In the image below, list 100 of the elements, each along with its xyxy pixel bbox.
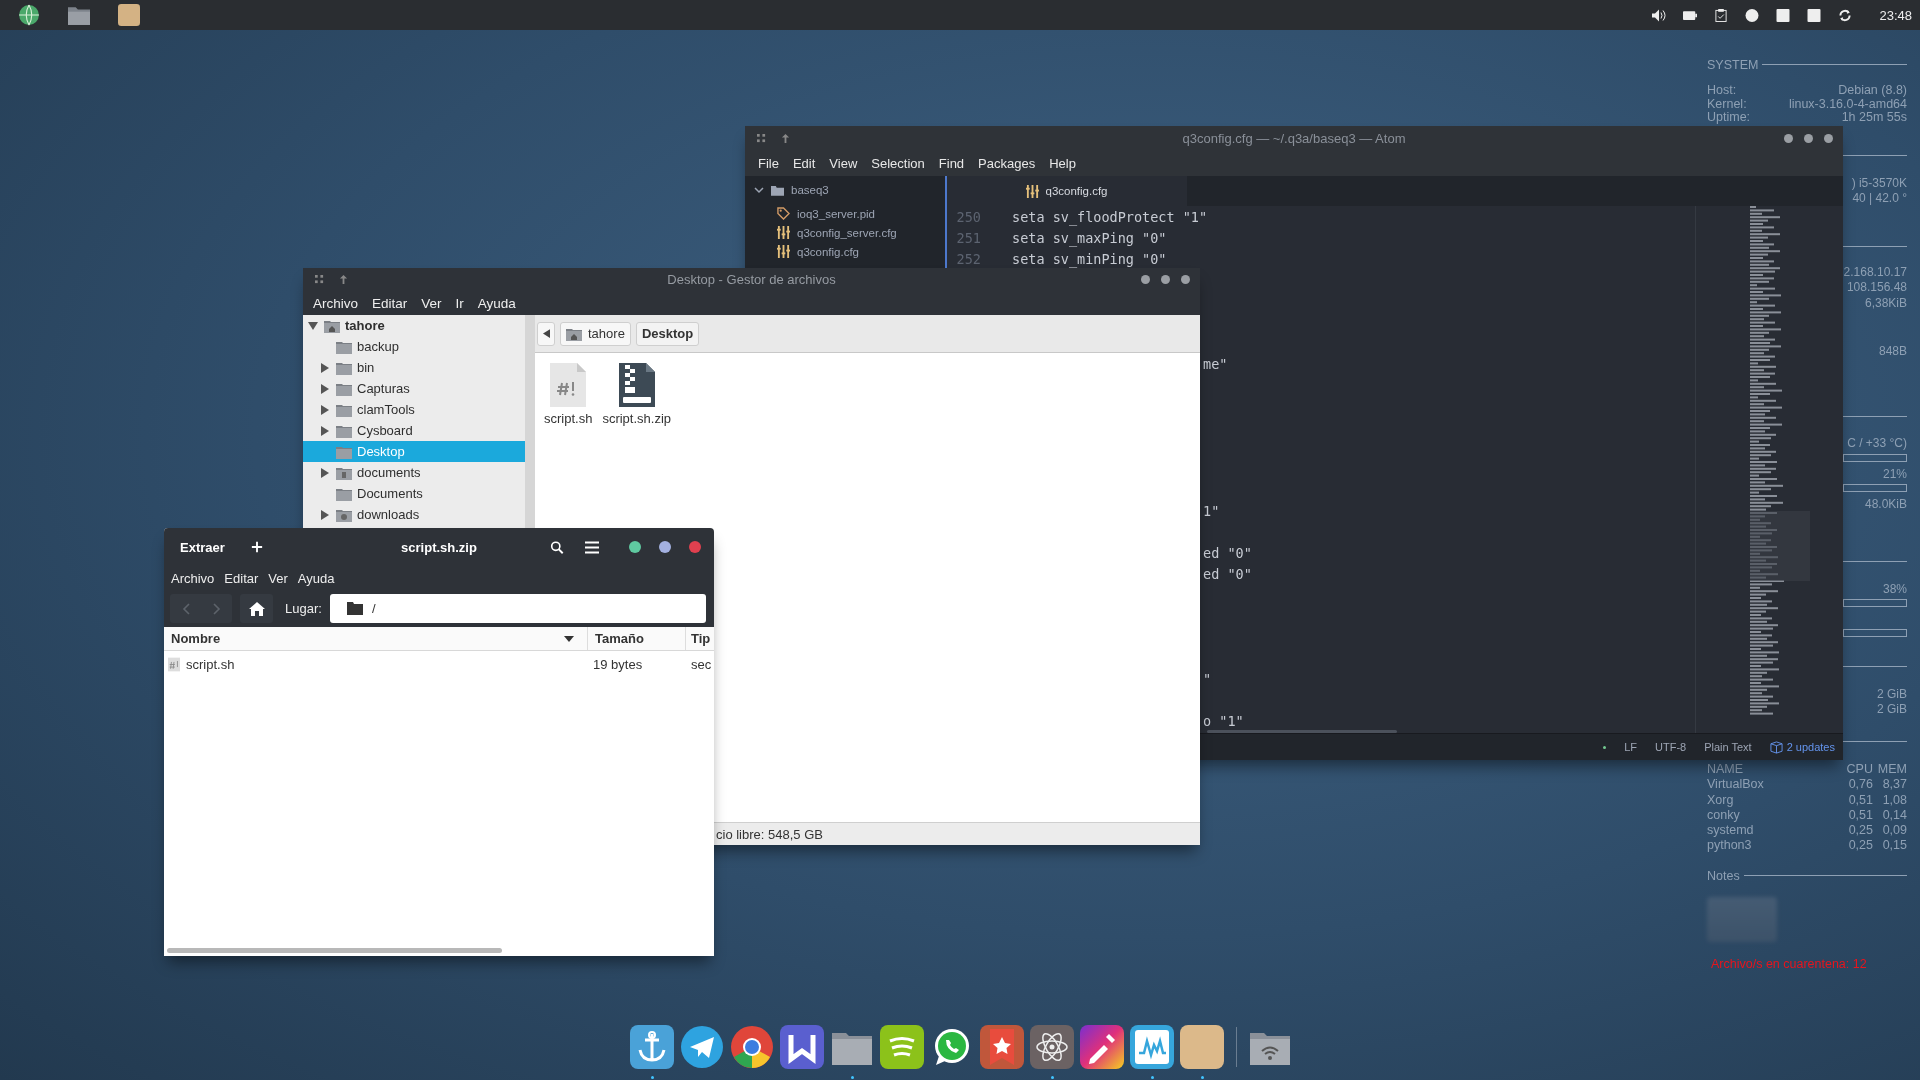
line-number: 251 bbox=[955, 229, 981, 246]
status-text: cio libre: 548,5 GB bbox=[716, 826, 823, 842]
menu-item[interactable]: File bbox=[751, 155, 786, 171]
atom-app-icon[interactable] bbox=[1030, 1025, 1074, 1069]
up-arrow-icon[interactable] bbox=[339, 275, 348, 284]
globe-icon[interactable] bbox=[18, 4, 40, 26]
folder-icon[interactable] bbox=[68, 4, 90, 26]
home-button[interactable] bbox=[240, 594, 273, 623]
grid-icon[interactable] bbox=[315, 275, 324, 284]
code-line: " bbox=[1203, 670, 1212, 687]
collapsed-arrow-icon[interactable] bbox=[320, 362, 330, 373]
folder-tree-item[interactable]: downloads bbox=[303, 504, 525, 525]
color-dropper-app-icon[interactable] bbox=[1080, 1025, 1124, 1069]
star-ribbon-app-icon[interactable] bbox=[980, 1025, 1024, 1069]
menu-item[interactable]: Ver bbox=[263, 570, 293, 586]
menu-item[interactable]: Packages bbox=[971, 155, 1043, 171]
location-field[interactable]: / bbox=[329, 594, 706, 623]
collapsed-arrow-icon[interactable] bbox=[320, 383, 330, 394]
menu-item[interactable]: View bbox=[822, 155, 865, 171]
column-header[interactable]: Tip bbox=[686, 627, 714, 650]
battery-icon[interactable] bbox=[1683, 8, 1698, 22]
editor-tab[interactable]: q3config.cfg bbox=[947, 176, 1187, 206]
sync-icon[interactable] bbox=[1838, 8, 1853, 22]
scrollbar[interactable] bbox=[167, 948, 502, 953]
add-icon[interactable] bbox=[250, 541, 263, 553]
collapsed-arrow-icon[interactable] bbox=[320, 509, 330, 520]
folder-tree-item[interactable]: Documents bbox=[303, 483, 525, 504]
cpu-value: 0,51 bbox=[1847, 792, 1873, 808]
path-button[interactable]: tahore bbox=[560, 321, 631, 346]
menu-item[interactable]: Selection bbox=[864, 155, 932, 171]
menu-item[interactable]: Ir bbox=[449, 295, 470, 311]
encoding-indicator[interactable]: UTF-8 bbox=[1655, 741, 1687, 753]
file-tree-item[interactable]: ioq3_server.pid bbox=[745, 204, 875, 223]
maximize-button[interactable] bbox=[1161, 275, 1170, 284]
expanded-arrow-icon[interactable] bbox=[308, 320, 318, 331]
window-title: script.sh.zip bbox=[401, 539, 477, 555]
close-button[interactable] bbox=[1181, 275, 1190, 284]
maximize-button[interactable] bbox=[1804, 133, 1813, 143]
menu-item[interactable]: Ayuda bbox=[471, 295, 522, 311]
scrollbar[interactable] bbox=[525, 315, 535, 528]
folder-tree-item[interactable]: Cysboard bbox=[303, 420, 525, 441]
folder-tree-item[interactable]: clamTools bbox=[303, 399, 525, 420]
folder-tree-item[interactable]: Capturas bbox=[303, 378, 525, 399]
column-header[interactable]: Nombre bbox=[164, 627, 588, 650]
file-tree-item[interactable]: q3config_server.cfg bbox=[745, 223, 897, 242]
up-arrow-icon[interactable] bbox=[781, 133, 790, 143]
path-button[interactable]: Desktop bbox=[635, 321, 700, 346]
paper-plane-app-icon[interactable] bbox=[680, 1025, 724, 1069]
minimize-button[interactable] bbox=[1784, 133, 1793, 143]
grid-icon[interactable] bbox=[757, 133, 766, 143]
menu-item[interactable]: Find bbox=[931, 155, 972, 171]
activity-monitor-app-icon[interactable] bbox=[1130, 1025, 1174, 1069]
close-button[interactable] bbox=[689, 541, 701, 553]
column-header: NAME bbox=[1707, 762, 1745, 778]
menu-item[interactable]: Ayuda bbox=[292, 570, 340, 586]
folder-tree-item[interactable]: documents bbox=[303, 462, 525, 483]
menu-item[interactable]: Ver bbox=[415, 295, 448, 311]
grammar-indicator[interactable]: Plain Text bbox=[1704, 741, 1752, 753]
menu-icon[interactable] bbox=[585, 540, 599, 554]
line-ending-indicator[interactable]: LF bbox=[1624, 741, 1637, 753]
column-header[interactable]: Tamaño bbox=[588, 627, 686, 650]
volume-icon[interactable] bbox=[1652, 8, 1667, 22]
collapsed-arrow-icon[interactable] bbox=[320, 425, 330, 436]
home-folder-icon bbox=[566, 326, 582, 341]
clipboard-icon[interactable] bbox=[1714, 8, 1729, 22]
anchor-app-icon[interactable] bbox=[630, 1025, 674, 1069]
collapsed-arrow-icon[interactable] bbox=[320, 404, 330, 415]
process-name: Xorg bbox=[1707, 792, 1735, 808]
zigzag-app-icon[interactable] bbox=[780, 1025, 824, 1069]
square-icon[interactable] bbox=[1776, 8, 1791, 22]
chevron-down-icon[interactable] bbox=[754, 185, 764, 195]
search-icon[interactable] bbox=[550, 540, 564, 554]
back-button[interactable] bbox=[537, 321, 555, 346]
menu-item[interactable]: Editar bbox=[219, 570, 264, 586]
minimize-button[interactable] bbox=[1141, 275, 1150, 284]
desktop-file[interactable]: script.sh.zip bbox=[600, 363, 674, 426]
scrollbar[interactable] bbox=[1207, 730, 1397, 733]
menu-item[interactable]: Archivo bbox=[166, 570, 220, 586]
minimize-button[interactable] bbox=[629, 541, 641, 553]
square-icon[interactable] bbox=[1807, 8, 1822, 22]
desktop-file[interactable]: script.sh bbox=[542, 363, 595, 426]
menu-item[interactable]: Archivo bbox=[307, 295, 364, 311]
folder-tree-item[interactable]: backup bbox=[303, 336, 525, 357]
extract-button[interactable]: Extraer bbox=[180, 535, 225, 559]
blank-app-icon[interactable] bbox=[1180, 1025, 1224, 1069]
menu-item[interactable]: Editar bbox=[366, 295, 414, 311]
project-folder-item[interactable]: baseq3 bbox=[745, 178, 829, 202]
file-tree-item[interactable]: q3config.cfg bbox=[745, 242, 859, 261]
updates-link[interactable]: 2 updates bbox=[1769, 740, 1835, 754]
sound-waves-app-icon[interactable] bbox=[880, 1025, 924, 1069]
collapsed-arrow-icon[interactable] bbox=[320, 467, 330, 478]
browser-app-icon[interactable] bbox=[730, 1025, 774, 1069]
menu-item[interactable]: Edit bbox=[785, 155, 823, 171]
circle-icon[interactable] bbox=[1745, 8, 1760, 22]
maximize-button[interactable] bbox=[659, 541, 671, 553]
close-button[interactable] bbox=[1824, 133, 1833, 143]
folder-tree-item[interactable]: bin bbox=[303, 357, 525, 378]
clock[interactable]: 23:48 bbox=[1879, 7, 1912, 23]
folder-tree-item[interactable]: tahore bbox=[303, 315, 525, 336]
menu-item[interactable]: Help bbox=[1042, 155, 1083, 171]
